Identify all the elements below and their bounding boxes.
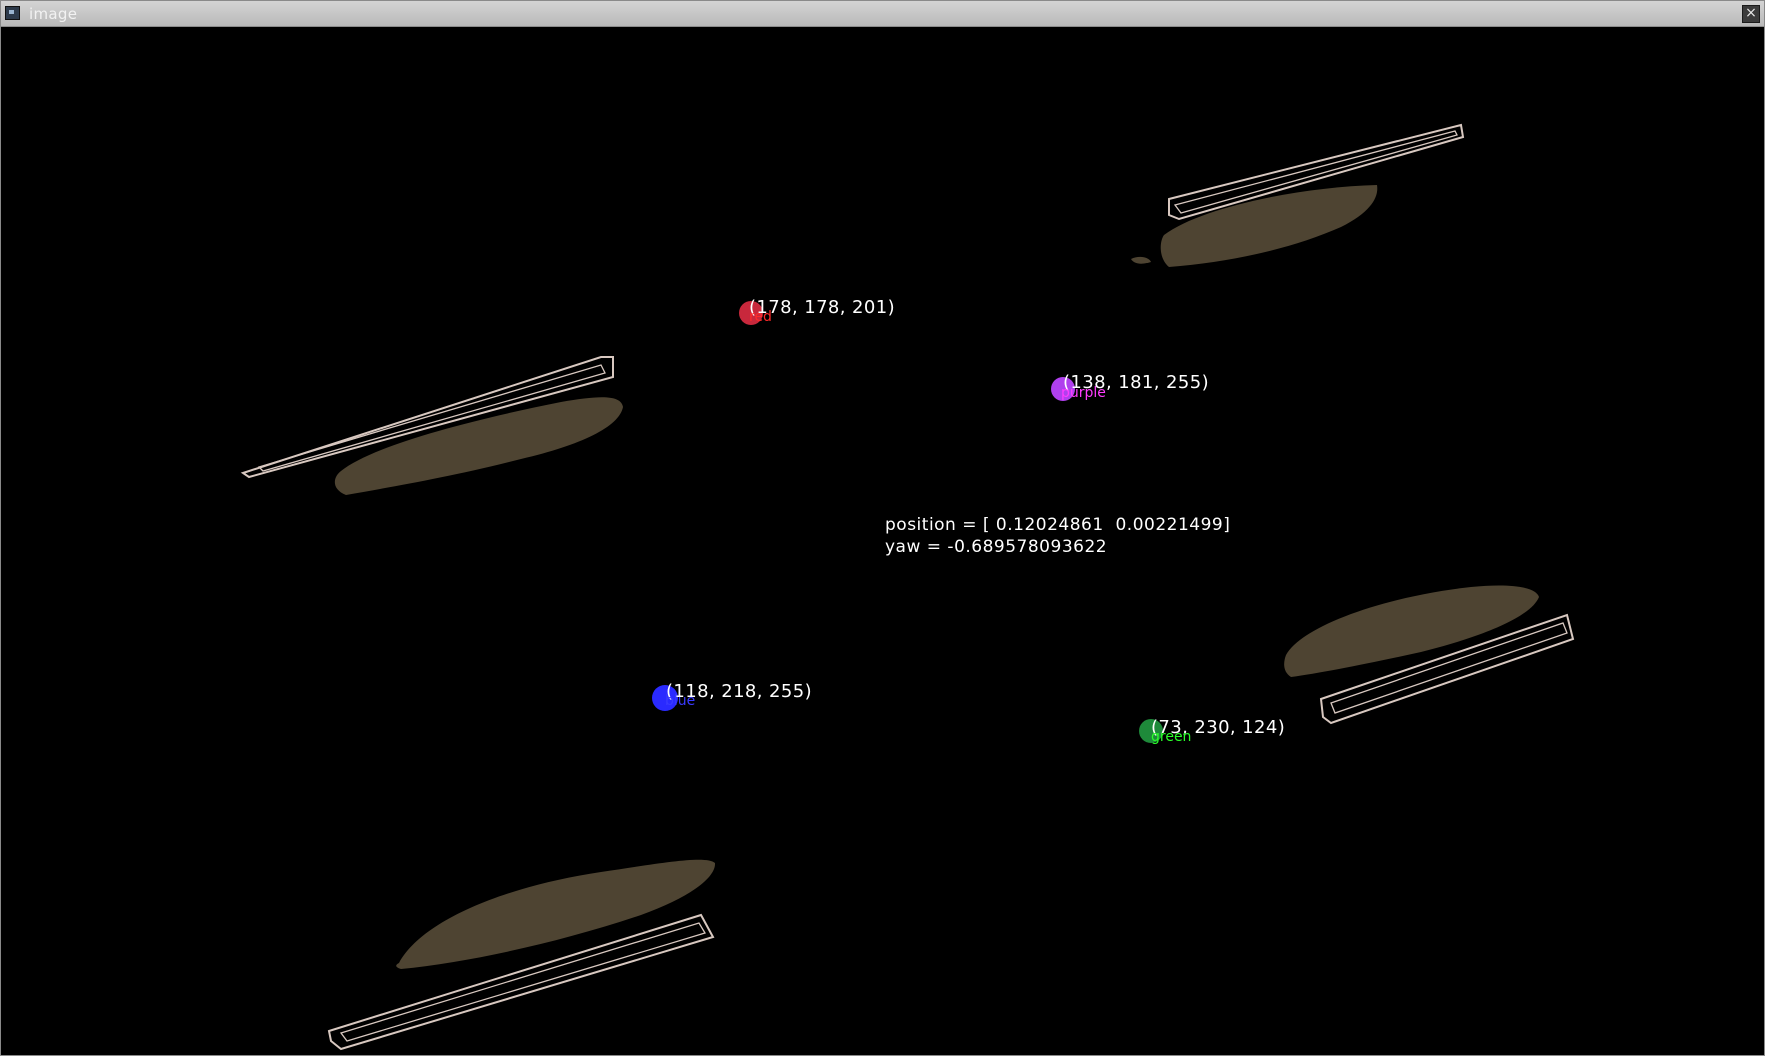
object-shadow-blob <box>1160 185 1378 267</box>
image-window: image × (178, 178, 201) red (138, 181, 2… <box>0 0 1765 1056</box>
app-icon <box>5 6 20 20</box>
title-bar[interactable]: image × <box>1 1 1764 27</box>
marker-label-purple: purple <box>1061 385 1106 401</box>
window-title: image <box>29 5 78 23</box>
marker-label-blue: blue <box>665 693 696 709</box>
object-shadow-blob <box>334 397 623 495</box>
yaw-readout: yaw = -0.689578093622 <box>885 537 1108 557</box>
tracked-object-upper-left <box>240 356 623 495</box>
close-button[interactable]: × <box>1742 5 1760 23</box>
tracked-object-top-right <box>1131 123 1465 267</box>
marker-label-red: red <box>749 309 772 325</box>
tracked-object-right <box>1284 585 1575 725</box>
position-readout: position = [ 0.12024861 0.00221499] <box>885 515 1231 535</box>
tracked-object-bottom-left <box>327 859 716 1051</box>
object-shadow-blob <box>396 859 716 969</box>
scene-drawing <box>240 123 1575 1051</box>
marker-label-green: green <box>1151 729 1192 745</box>
image-canvas: (178, 178, 201) red (138, 181, 255) purp… <box>1 27 1764 1055</box>
object-shadow-blob <box>1131 256 1151 264</box>
